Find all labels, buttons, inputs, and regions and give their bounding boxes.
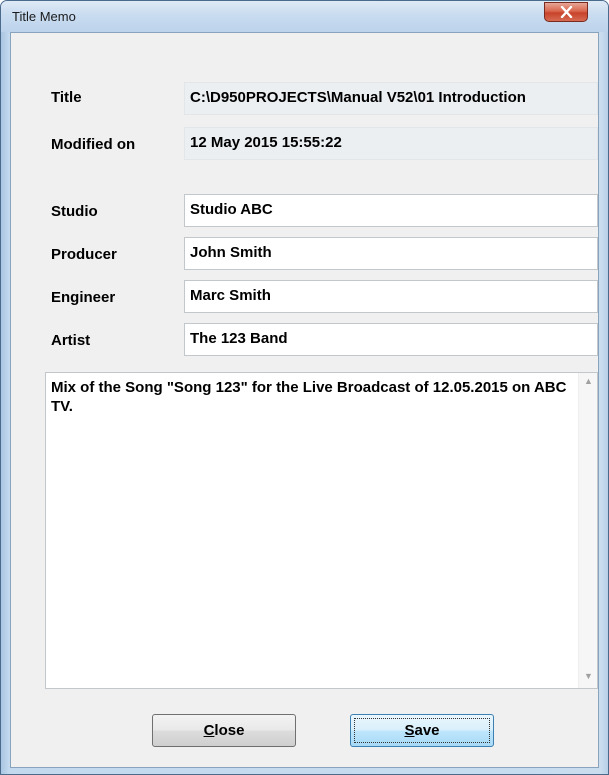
window-close-button[interactable] <box>544 2 588 22</box>
studio-input[interactable]: Studio ABC <box>184 194 598 227</box>
engineer-input[interactable]: Marc Smith <box>184 280 598 313</box>
memo-textarea[interactable]: Mix of the Song "Song 123" for the Live … <box>45 372 598 689</box>
memo-scrollbar[interactable]: ▲ ▼ <box>578 373 597 688</box>
studio-label: Studio <box>51 203 98 220</box>
producer-input[interactable]: John Smith <box>184 237 598 270</box>
save-button[interactable]: Save <box>350 714 494 747</box>
title-label: Title <box>51 89 82 106</box>
producer-label: Producer <box>51 246 117 263</box>
title-memo-window: Title Memo Title C:\D950PROJECTS\Manual … <box>0 0 609 775</box>
modified-on-label: Modified on <box>51 136 136 153</box>
dialog-body: Title C:\D950PROJECTS\Manual V52\01 Intr… <box>10 32 599 768</box>
close-button[interactable]: Close <box>152 714 296 747</box>
title-field: C:\D950PROJECTS\Manual V52\01 Introducti… <box>184 82 598 115</box>
artist-label: Artist <box>51 332 91 349</box>
title-bar: Title Memo <box>1 1 608 32</box>
window-title: Title Memo <box>12 9 76 24</box>
scroll-up-arrow-icon[interactable]: ▲ <box>584 376 593 386</box>
close-button-mnemonic: C <box>203 722 215 739</box>
modified-on-field: 12 May 2015 15:55:22 <box>184 127 598 160</box>
close-button-label: lose <box>214 722 245 739</box>
save-button-focus-ring <box>354 718 490 743</box>
scroll-down-arrow-icon[interactable]: ▼ <box>584 671 593 681</box>
engineer-label: Engineer <box>51 289 116 306</box>
memo-text: Mix of the Song "Song 123" for the Live … <box>51 379 567 415</box>
artist-input[interactable]: The 123 Band <box>184 323 598 356</box>
close-x-icon <box>560 6 573 18</box>
